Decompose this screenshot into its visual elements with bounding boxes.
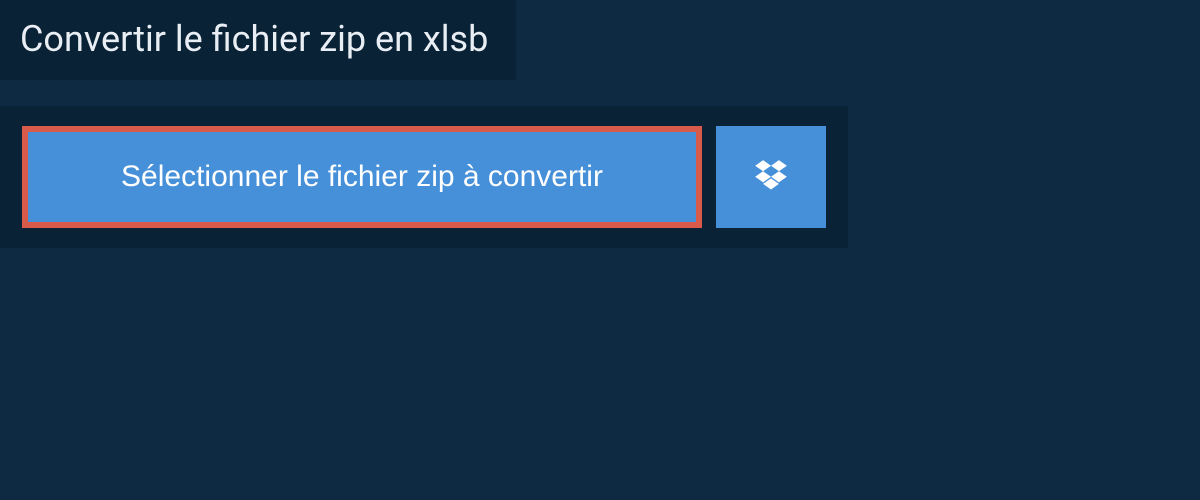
dropbox-button[interactable] (716, 126, 826, 228)
page-title: Convertir le fichier zip en xlsb (20, 18, 488, 60)
select-file-label: Sélectionner le fichier zip à convertir (121, 160, 603, 194)
dropbox-icon (752, 157, 790, 198)
select-file-button[interactable]: Sélectionner le fichier zip à convertir (22, 126, 702, 228)
converter-widget: Convertir le fichier zip en xlsb Sélecti… (0, 0, 1200, 248)
file-select-panel: Sélectionner le fichier zip à convertir (0, 106, 848, 248)
title-bar: Convertir le fichier zip en xlsb (0, 0, 516, 80)
